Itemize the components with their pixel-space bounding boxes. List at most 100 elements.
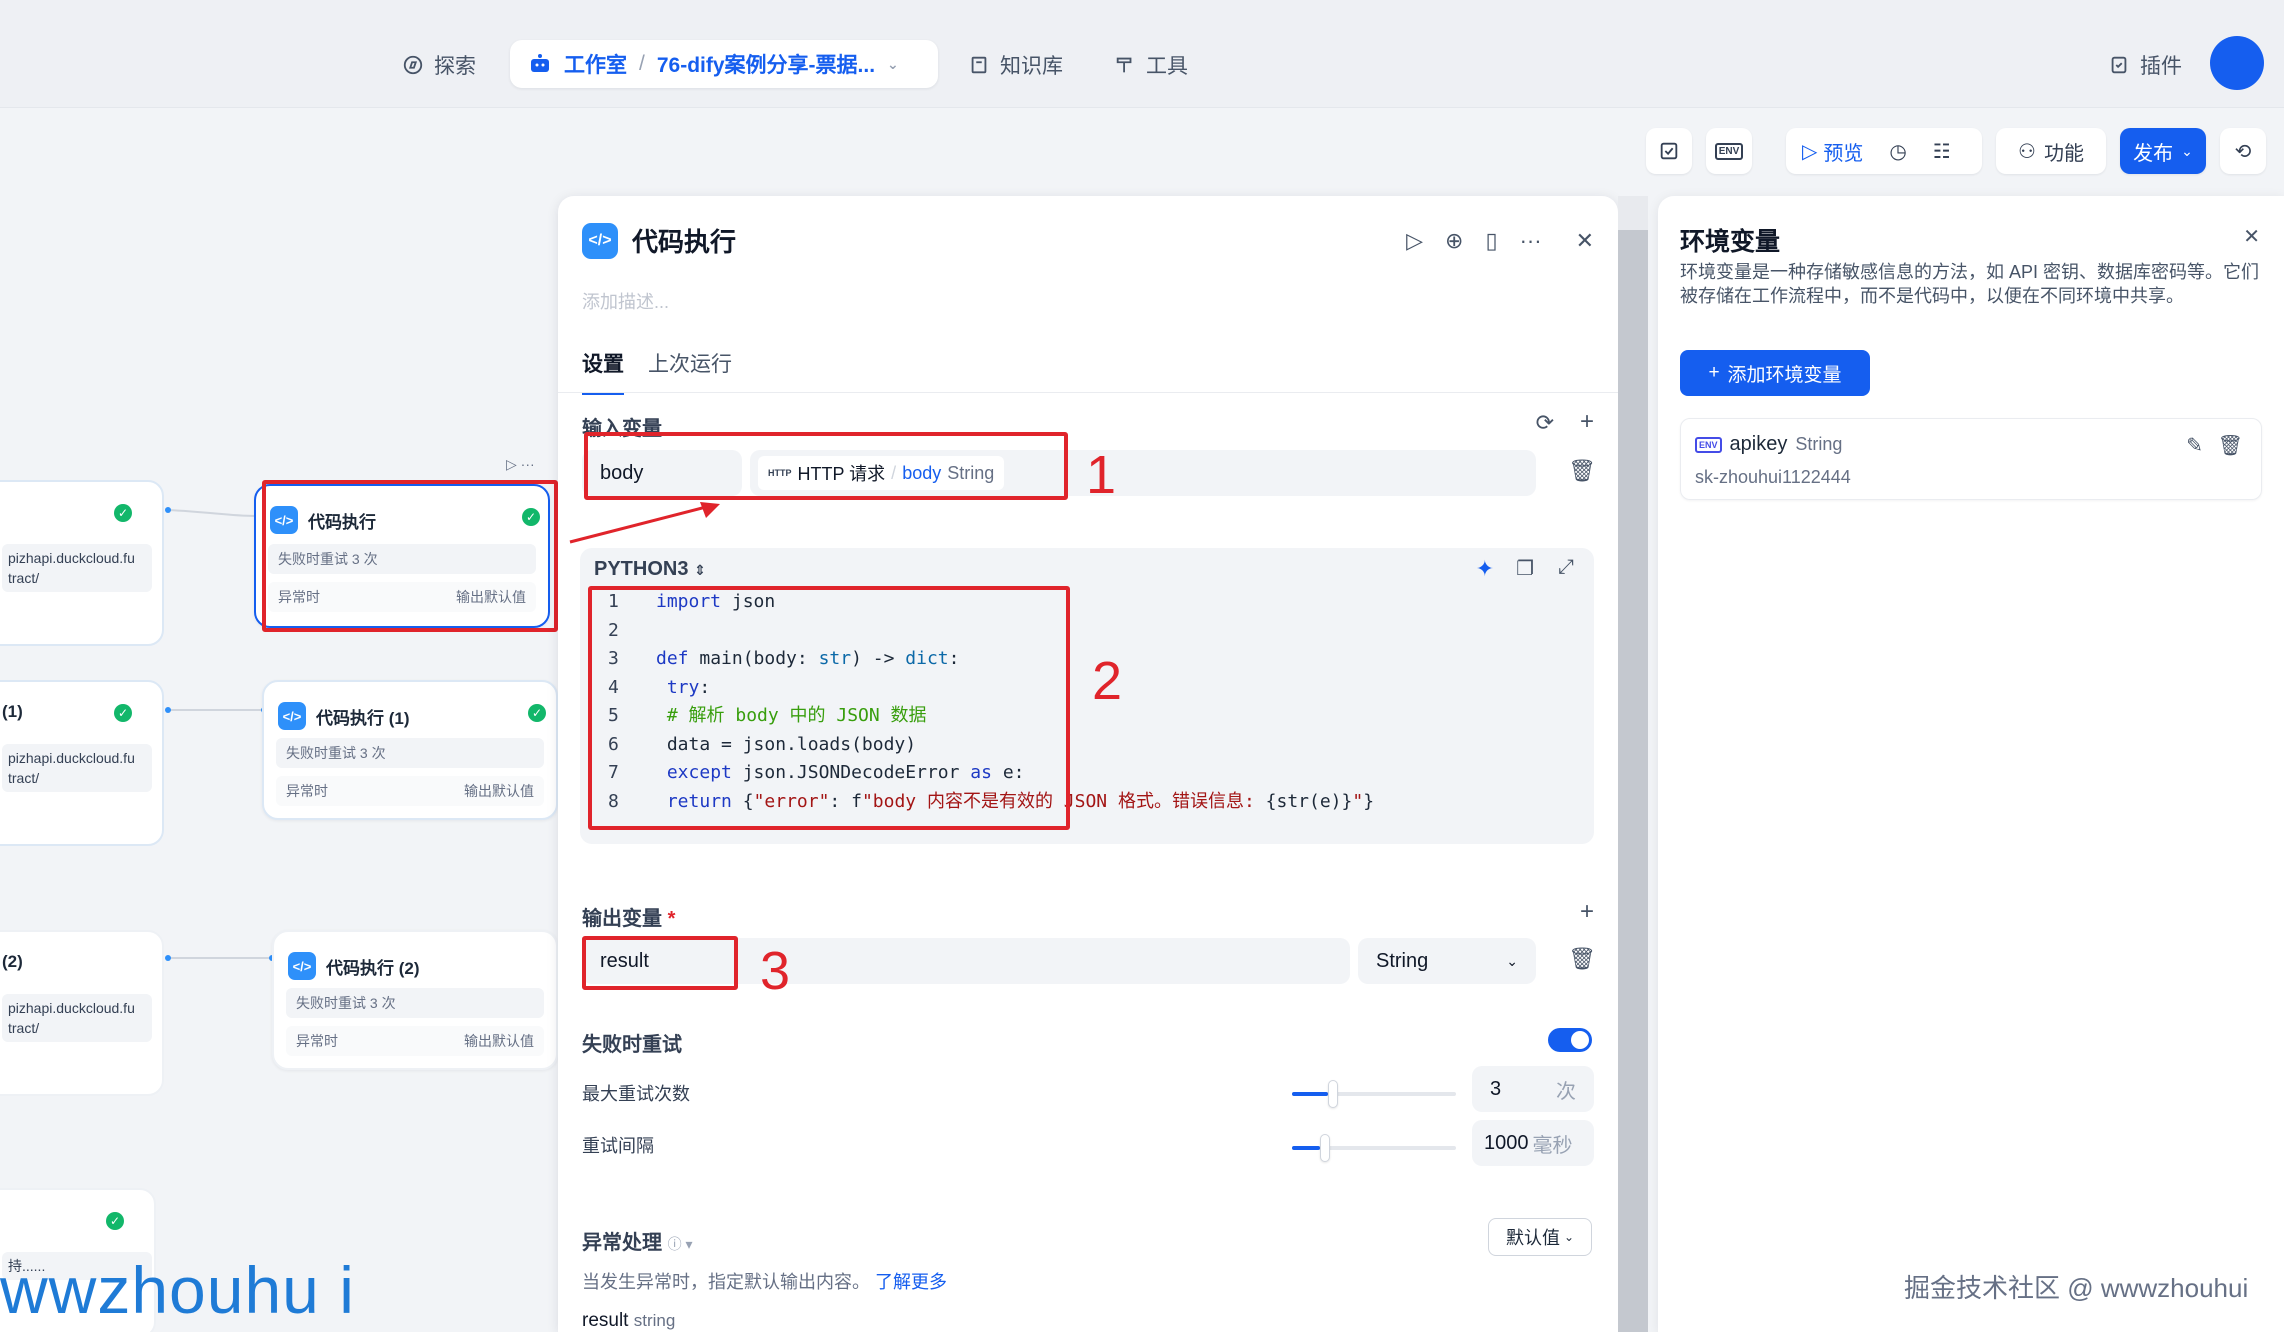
- add-icon[interactable]: +: [1580, 898, 1594, 926]
- error-handling-select[interactable]: 默认值 ⌄: [1488, 1218, 1592, 1256]
- trash-icon[interactable]: 🗑: [1568, 946, 1596, 972]
- retry-interval-slider[interactable]: [1292, 1134, 1456, 1162]
- chevron-down-icon: ⌄: [2181, 142, 2193, 159]
- book-open-icon[interactable]: ▯: [1485, 228, 1497, 254]
- env-var-type: String: [1795, 434, 1843, 454]
- expand-icon[interactable]: ⤢: [1558, 556, 1574, 579]
- panel-title[interactable]: 代码执行: [632, 222, 736, 259]
- annotation-number-2: 2: [1092, 651, 1123, 711]
- annotation-box-output: [582, 936, 738, 990]
- default-output-type: string: [633, 1311, 676, 1330]
- env-panel-description: 环境变量是一种存储敏感信息的方法，如 API 密钥、数据库密码等。它们被存储在工…: [1680, 262, 2260, 306]
- nav-tools[interactable]: 工具: [1114, 44, 1188, 86]
- code-node-header: </> 代码执行 (2): [288, 952, 420, 980]
- env-var-header: ENV apikey String: [1695, 433, 1842, 456]
- env-var-value: sk-zhouhui1122444: [1695, 467, 1851, 487]
- error-row: 异常时 输出默认值: [276, 776, 544, 806]
- app-name[interactable]: 76-dify案例分享-票据...: [657, 49, 875, 79]
- checklist-icon: [1660, 142, 1678, 160]
- retry-interval-input[interactable]: 1000 毫秒: [1472, 1120, 1594, 1166]
- tab-last-run[interactable]: 上次运行: [648, 348, 732, 395]
- output-vars-label: 输出变量 *: [582, 902, 675, 931]
- add-env-variable-button[interactable]: + 添加环境变量: [1680, 350, 1870, 396]
- panel-header: </> 代码执行: [582, 222, 736, 259]
- add-icon[interactable]: +: [1580, 408, 1594, 436]
- panel-scrollbar-thumb[interactable]: [1618, 230, 1648, 1332]
- error-label: 异常时: [286, 783, 328, 799]
- sparkle-icon[interactable]: ✦: [1476, 556, 1494, 582]
- max-retries-unit: 次: [1556, 1080, 1576, 1103]
- nav-studio[interactable]: 工作室 / 76-dify案例分享-票据... ⌄: [510, 40, 938, 88]
- nav-knowledge[interactable]: 知识库: [968, 44, 1063, 86]
- retry-row: 失败时重试 3 次: [286, 988, 544, 1018]
- hammer-icon: [1116, 57, 1132, 73]
- nav-plugins[interactable]: 插件: [2108, 44, 2182, 86]
- learn-more-link[interactable]: 了解更多: [875, 1272, 947, 1292]
- max-retries-input[interactable]: 3次: [1472, 1066, 1594, 1112]
- description-input[interactable]: 添加描述...: [582, 288, 669, 314]
- retry-toggle[interactable]: [1548, 1028, 1592, 1052]
- chevron-down-icon[interactable]: ⌄: [887, 56, 899, 73]
- code-node-header: </> 代码执行 (1): [278, 702, 410, 730]
- avatar[interactable]: [2210, 36, 2264, 90]
- breadcrumb-separator: /: [639, 52, 645, 75]
- publish-button[interactable]: 发布 ⌄: [2120, 128, 2206, 174]
- env-button[interactable]: ENV: [1706, 128, 1752, 174]
- target-icon[interactable]: ⊕: [1445, 228, 1463, 254]
- publish-label: 发布: [2133, 142, 2174, 165]
- copy-icon[interactable]: ❐: [1516, 556, 1534, 581]
- trash-icon[interactable]: 🗑: [2218, 433, 2243, 458]
- annotation-box-input: [584, 432, 1068, 500]
- preview-button[interactable]: ▷ 预览: [1802, 137, 1863, 166]
- close-icon[interactable]: ✕: [1576, 228, 1594, 254]
- close-icon[interactable]: ✕: [2243, 224, 2260, 249]
- error-row: 异常时 输出默认值: [286, 1026, 544, 1056]
- output-vars-text: 输出变量: [582, 908, 662, 930]
- list-icon[interactable]: ☷: [1933, 139, 1951, 164]
- max-retries-slider[interactable]: [1292, 1080, 1456, 1108]
- error-handling-text: 异常处理: [582, 1232, 662, 1254]
- code-node-1[interactable]: </> 代码执行 (1) ✓ 失败时重试 3 次 异常时 输出默认值: [262, 680, 558, 820]
- code-node-title: 代码执行 (2): [326, 958, 420, 978]
- plus-icon: +: [1708, 362, 1720, 383]
- tabs-divider: [558, 392, 1618, 393]
- annotation-number-3: 3: [760, 941, 791, 1001]
- chevron-down-icon: ⌄: [1563, 1230, 1575, 1244]
- help-icon[interactable]: ⓘ ▾: [668, 1236, 693, 1252]
- trash-icon[interactable]: 🗑: [1568, 458, 1596, 484]
- features-button[interactable]: ⚇ 功能: [1996, 128, 2106, 174]
- features-label: 功能: [2043, 142, 2084, 165]
- env-variables-panel: 环境变量 ✕ 环境变量是一种存储敏感信息的方法，如 API 密钥、数据库密码等。…: [1658, 196, 2284, 1332]
- edit-icon[interactable]: ✎: [2186, 433, 2203, 458]
- version-history-button[interactable]: ⟲: [2220, 128, 2266, 174]
- node-mini-toolbar[interactable]: ▷ ···: [506, 456, 535, 473]
- max-retries-label: 最大重试次数: [582, 1084, 690, 1104]
- retry-interval-label: 重试间隔: [582, 1136, 654, 1156]
- output-var-type: String: [1376, 949, 1429, 972]
- chevron-down-icon: ⌄: [1506, 952, 1518, 969]
- default-output-name: result: [582, 1310, 629, 1331]
- history-run-icon[interactable]: ◷: [1889, 139, 1906, 164]
- retry-text: 失败时重试 3 次: [286, 745, 386, 761]
- code-language-select[interactable]: PYTHON3 ⇕: [594, 558, 706, 581]
- play-icon: ▷: [1802, 140, 1818, 163]
- add-env-label: 添加环境变量: [1727, 364, 1842, 386]
- checklist-button[interactable]: [1646, 128, 1692, 174]
- code-node-2[interactable]: </> 代码执行 (2) 失败时重试 3 次 异常时 输出默认值: [272, 930, 558, 1070]
- error-value: 输出默认值: [464, 1033, 534, 1049]
- code-node-title: 代码执行 (1): [316, 708, 410, 728]
- more-icon[interactable]: ···: [1520, 228, 1542, 254]
- env-variable-card[interactable]: ENV apikey String sk-zhouhui1122444 ✎ 🗑: [1680, 418, 2262, 500]
- panel-actions: ▷ ⊕ ▯ ··· ✕: [1406, 228, 1594, 254]
- tab-settings[interactable]: 设置: [582, 348, 624, 395]
- features-icon: ⚇: [2018, 140, 2036, 163]
- annotation-number-1: 1: [1086, 445, 1117, 505]
- run-icon[interactable]: ▷: [1406, 228, 1423, 254]
- sync-icon[interactable]: ⟳: [1536, 410, 1554, 436]
- preview-label: 预览: [1823, 142, 1864, 165]
- output-var-type-select[interactable]: String ⌄: [1358, 938, 1536, 984]
- annotation-arrow: [569, 502, 720, 544]
- retry-interval-unit: 毫秒: [1532, 1134, 1573, 1157]
- code-icon: </>: [288, 952, 316, 980]
- check-icon: ✓: [528, 704, 546, 722]
